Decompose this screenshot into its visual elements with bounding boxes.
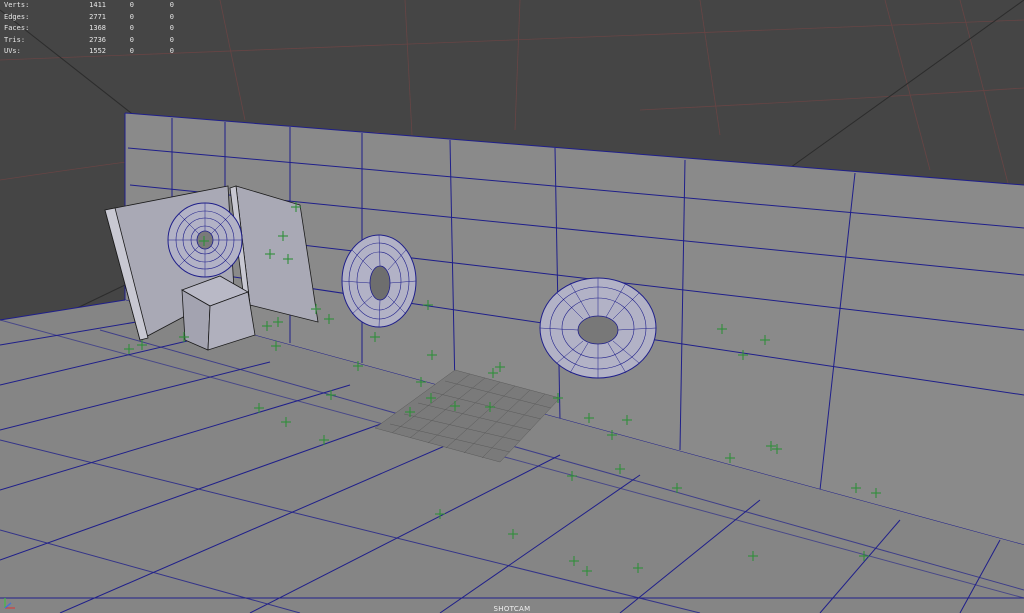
hud-label: Edges: [4,12,30,21]
torus-small[interactable] [167,202,243,278]
hud-label: Tris: [4,35,26,44]
hud-row: UVs: 1552 0 0 [4,46,174,58]
hud-value: 2771 [89,12,106,21]
hud-value: 0 [169,1,174,9]
poly-count-hud: Verts: 1411 0 0 Edges: 2771 0 0 Faces: 1368 0 0 Tris… [4,0,174,58]
hud-label: Faces: [4,24,30,32]
hud-value: 1368 [89,24,106,32]
hud-value: 2736 [89,35,106,44]
hud-label: UVs: [4,47,21,55]
hud-value: 0 [169,47,174,55]
hud-row: Verts: 1411 0 0 [4,0,174,12]
torus-medium[interactable] [341,234,417,328]
hud-value: 0 [169,24,174,32]
hud-label: Verts: [4,1,30,9]
hud-row: Tris: 2736 0 0 [4,35,174,47]
hud-value: 0 [129,1,134,9]
hud-value: 0 [129,47,134,55]
torus-large[interactable] [539,277,657,379]
hud-value: 0 [129,12,134,21]
hud-value: 1411 [89,1,106,9]
hud-value: 0 [129,35,134,44]
hud-value: 0 [129,24,134,32]
hud-row: Edges: 2771 0 0 [4,12,174,24]
hud-value: 0 [169,35,174,44]
3d-viewport[interactable]: Verts: 1411 0 0 Edges: 2771 0 0 Faces: 1368 0 0 Tris… [0,0,1024,613]
scene-canvas[interactable] [0,0,1024,613]
camera-name-label: SHOTCAM [493,605,531,613]
hud-row: Faces: 1368 0 0 [4,23,174,35]
hud-value: 0 [169,12,174,21]
hud-value: 1552 [89,47,106,55]
